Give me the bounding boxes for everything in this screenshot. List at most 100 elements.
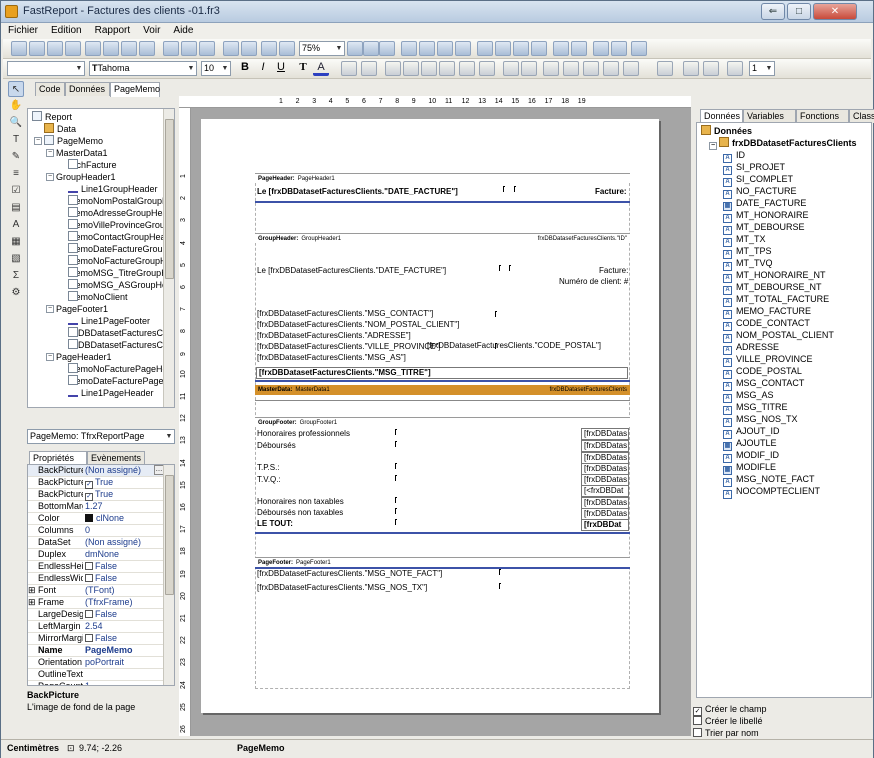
toolbar-icon-3[interactable] <box>65 41 81 56</box>
field-item[interactable]: A MT_TPS <box>723 245 772 259</box>
checkbox[interactable] <box>85 610 93 618</box>
toolbar-icon-11[interactable] <box>223 41 239 56</box>
toolbar-icon-1[interactable] <box>29 41 45 56</box>
field-item[interactable]: A MT_TOTAL_FACTURE <box>723 293 829 307</box>
titre-memo[interactable]: [frxDBDatasetFacturesClients."MSG_TITRE"… <box>256 367 628 379</box>
menu-0[interactable]: Fichier <box>1 23 44 36</box>
tree-item-8[interactable]: MemoAdresseGroupHea <box>68 207 168 219</box>
palette-tool-4-icon[interactable]: ✎ <box>8 149 24 165</box>
property-row[interactable]: BackPicture (Non assigné)… <box>28 465 174 477</box>
toolbar-icon-29[interactable] <box>611 41 627 56</box>
total-memo[interactable]: [frxDBDatas <box>581 428 629 440</box>
report-memo[interactable]: Facture: <box>599 266 628 276</box>
property-row[interactable]: BottomMargin1.27 <box>28 501 174 513</box>
field-item[interactable]: A MT_HONORAIRE_NT <box>723 269 826 283</box>
field-item[interactable]: A MT_DEBOURSE <box>723 221 805 235</box>
font-name-combo[interactable]: TTahoma ▼ <box>89 61 197 76</box>
checkbox[interactable]: ✓ <box>85 481 93 489</box>
inspector-object-combo[interactable]: PageMemo: TfrxReportPage ▼ <box>27 429 175 444</box>
tree-item-20[interactable]: PageHeader1 <box>56 351 112 363</box>
tree-item-21[interactable]: MemoNoFacturePageHe <box>68 363 168 375</box>
total-memo[interactable]: [<frxDBDat <box>581 485 629 497</box>
property-value[interactable]: 1.27 <box>85 501 103 512</box>
format-icon-0[interactable] <box>341 61 357 76</box>
report-memo[interactable]: Honoraires professionnels <box>257 429 350 439</box>
tree-item-2[interactable]: PageMemo <box>44 135 103 147</box>
checkbox[interactable]: ✓ <box>85 493 93 501</box>
format-icon-5[interactable] <box>439 61 455 76</box>
tree-item-5[interactable]: GroupHeader1 <box>56 171 116 183</box>
palette-tool-7-icon[interactable]: ▤ <box>8 200 24 216</box>
report-memo[interactable]: Honoraires non taxables <box>257 497 344 507</box>
palette-tool-0-icon[interactable]: ↖ <box>8 81 24 97</box>
field-item[interactable]: A SI_COMPLET <box>723 173 793 187</box>
zoom-combo[interactable]: 75% ▼ <box>299 41 345 56</box>
tree-item-7[interactable]: MemoNomPostalGroupHe <box>68 195 174 207</box>
report-memo[interactable]: Le [frxDBDatasetFacturesClients."DATE_FA… <box>257 266 446 276</box>
field-item[interactable]: A MSG_TITRE <box>723 401 788 415</box>
toolbar-icon-19[interactable] <box>419 41 435 56</box>
format-icon-13[interactable] <box>603 61 619 76</box>
tree-expander[interactable]: − <box>46 305 54 313</box>
field-item[interactable]: A CODE_POSTAL <box>723 365 802 379</box>
total-memo[interactable]: [frxDBDatas <box>581 440 629 452</box>
format-icon-16[interactable] <box>683 61 699 76</box>
right-tab-2[interactable]: Fonctions <box>796 109 849 123</box>
toolbar-icon-12[interactable] <box>241 41 257 56</box>
underline-button[interactable]: U <box>273 61 289 76</box>
tree-scrollbar[interactable] <box>163 109 174 407</box>
report-memo[interactable]: [frxDBDatasetFacturesClients."ADRESSE"] <box>257 331 411 341</box>
band-header[interactable]: PageFooter: PageFooter1 <box>255 557 630 567</box>
toolbar-icon-5[interactable] <box>103 41 119 56</box>
toolbar-icon-14[interactable] <box>279 41 295 56</box>
menu-2[interactable]: Rapport <box>88 23 137 36</box>
right-tab-1[interactable]: Variables <box>743 109 796 123</box>
palette-tool-2-icon[interactable]: 🔍 <box>8 115 24 131</box>
option-checkbox[interactable] <box>693 716 702 725</box>
tree-item-22[interactable]: MemoDateFacturePage <box>68 375 164 387</box>
field-item[interactable]: A MSG_AS <box>723 389 774 403</box>
palette-tool-3-icon[interactable]: T <box>8 132 24 148</box>
text-highlight-button[interactable]: T <box>295 61 311 76</box>
tree-item-15[interactable]: MemoNoClient <box>68 291 128 303</box>
tree-expander[interactable]: − <box>34 137 42 145</box>
field-item[interactable]: A MSG_NOS_TX <box>723 413 798 427</box>
tree-item-4[interactable]: RichFacture <box>68 159 117 171</box>
option-checkbox[interactable] <box>693 728 702 737</box>
toolbar-icon-6[interactable] <box>121 41 137 56</box>
option-2[interactable]: Trier par nom <box>693 727 759 739</box>
property-value[interactable]: False <box>85 561 117 572</box>
field-item[interactable]: A MT_TVQ <box>723 257 773 271</box>
tree-item-3[interactable]: MasterData1 <box>56 147 108 159</box>
field-item[interactable]: A ADRESSE <box>723 341 779 355</box>
expand-icon[interactable]: ⊞ <box>28 597 36 608</box>
property-row[interactable]: Duplex dmNone <box>28 549 174 561</box>
property-row[interactable]: OutlineText <box>28 669 174 681</box>
palette-tool-9-icon[interactable]: ▦ <box>8 234 24 250</box>
doc-tab-code[interactable]: Code <box>35 82 65 96</box>
checkbox[interactable] <box>85 634 93 642</box>
property-value[interactable]: (TFont) <box>85 585 115 596</box>
field-item[interactable]: A ID <box>723 149 745 163</box>
toolbar-icon-21[interactable] <box>455 41 471 56</box>
maximize-button[interactable]: □ <box>787 3 811 20</box>
toolbar-icon-25[interactable] <box>531 41 547 56</box>
toolbar-icon-2[interactable] <box>47 41 63 56</box>
tree-item-11[interactable]: MemoDateFactureGrou <box>68 243 163 255</box>
toolbar-icon-26[interactable] <box>553 41 569 56</box>
format-icon-12[interactable] <box>583 61 599 76</box>
tree-expander[interactable]: − <box>46 149 54 157</box>
field-item[interactable]: A SI_PROJET <box>723 161 785 175</box>
tree-item-1[interactable]: Data <box>44 123 76 135</box>
total-memo[interactable]: [frxDBDat <box>581 519 629 531</box>
menu-4[interactable]: Aide <box>166 23 199 36</box>
report-memo[interactable]: [frxDBDatasetFacturesClients."CODE_POSTA… <box>427 341 601 351</box>
toolbar-icon-13[interactable] <box>261 41 277 56</box>
italic-button[interactable]: I <box>255 61 271 76</box>
report-memo[interactable]: LE TOUT: <box>257 519 293 529</box>
report-memo[interactable]: Le [frxDBDatasetFacturesClients."DATE_FA… <box>257 187 458 197</box>
report-memo[interactable]: Numéro de client: # <box>559 277 628 287</box>
property-value[interactable]: (Non assigné) <box>85 465 141 476</box>
property-value[interactable]: 2.54 <box>85 621 103 632</box>
format-icon-4[interactable] <box>421 61 437 76</box>
